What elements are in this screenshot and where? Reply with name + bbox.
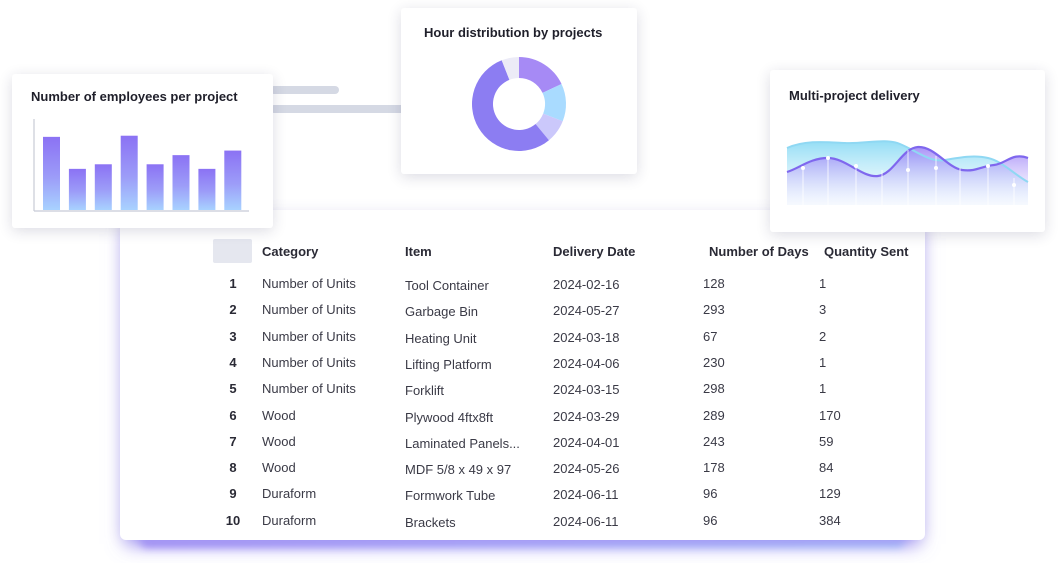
cell-category: Number of Units [262, 381, 356, 397]
header-item[interactable]: Item [405, 244, 432, 259]
cell-days: 178 [703, 460, 725, 476]
cell-days: 298 [703, 381, 725, 397]
cell-item: Heating Unit [405, 330, 477, 346]
cell-date: 2024-05-26 [553, 461, 620, 477]
cell-category: Wood [262, 407, 296, 423]
hours-chart-card: Hour distribution by projects [401, 8, 637, 174]
cell-num: 2 [229, 302, 237, 318]
table-row[interactable]: 6 Wood Plywood 4ftx8ft 2024-03-29 289 170 [0, 408, 1058, 434]
table-row[interactable]: 2 Number of Units Garbage Bin 2024-05-27 293… [0, 302, 1058, 328]
cell-date: 2024-06-11 [553, 513, 619, 529]
employees-bar [224, 150, 242, 210]
table-row[interactable]: 7 Wood Laminated Panels... 2024-04-01 243 59 [0, 434, 1058, 460]
cell-days: 96 [703, 512, 718, 528]
cell-days: 128 [703, 276, 725, 291]
cell-qty: 1 [819, 381, 827, 397]
cell-qty: 1 [819, 354, 827, 370]
table-row[interactable]: 8 Wood MDF 5/8 x 49 x 97 2024-05-26 178 84 [0, 460, 1058, 486]
cell-days: 289 [703, 407, 725, 423]
cell-date: 2024-02-16 [553, 277, 620, 292]
delivery-chart-card: Multi-project delivery [770, 70, 1045, 232]
cell-num: 1 [229, 276, 237, 291]
cell-item: Lifting Platform [405, 356, 492, 372]
cell-category: Wood [262, 460, 296, 476]
table-row[interactable]: 9 Duraform Formwork Tube 2024-06-11 96 129 [0, 486, 1058, 512]
cell-date: 2024-05-27 [553, 303, 620, 319]
employees-bar [172, 155, 190, 210]
employees-bar [146, 164, 164, 210]
cell-qty: 129 [819, 486, 841, 502]
cell-days: 243 [703, 433, 725, 449]
cell-category: Number of Units [262, 354, 356, 370]
employees-bar [94, 164, 112, 210]
cell-qty: 3 [819, 302, 827, 318]
table-row[interactable]: 3 Number of Units Heating Unit 2024-03-18 67… [0, 329, 1058, 355]
cell-num: 7 [229, 433, 237, 449]
cell-category: Number of Units [262, 328, 356, 344]
cell-item: Brackets [405, 514, 456, 530]
cell-qty: 1 [819, 276, 827, 291]
employees-bar [43, 136, 60, 210]
header-quantity-sent[interactable]: Quantity Sent [824, 244, 909, 259]
employees-bar [120, 135, 138, 210]
employees-bar-chart [33, 119, 249, 212]
header-category[interactable]: Category [262, 244, 318, 259]
cell-qty: 59 [819, 433, 834, 449]
cell-item: Laminated Panels... [405, 435, 520, 451]
cell-num: 6 [229, 407, 237, 423]
cell-num: 5 [229, 381, 237, 397]
cell-days: 293 [703, 302, 725, 318]
cell-days: 230 [703, 354, 725, 370]
cell-num: 8 [229, 460, 237, 476]
cell-category: Duraform [262, 512, 317, 528]
table-row[interactable]: 10 Duraform Brackets 2024-06-11 96 384 [0, 513, 1058, 539]
cell-qty: 384 [819, 512, 841, 528]
header-delivery-date[interactable]: Delivery Date [553, 244, 635, 259]
cell-days: 96 [703, 486, 718, 502]
cell-days: 67 [703, 328, 718, 344]
cell-date: 2024-03-15 [553, 382, 620, 398]
cell-date: 2024-03-18 [553, 329, 620, 345]
employees-chart-card: Number of employees per project [12, 74, 273, 228]
table-row[interactable]: 5 Number of Units Forklift 2024-03-15 298 1 [0, 381, 1058, 407]
cell-item: Garbage Bin [405, 304, 478, 320]
cell-category: Number of Units [262, 276, 356, 291]
hours-donut-chart [471, 57, 566, 152]
cell-num: 3 [229, 328, 237, 344]
table-corner-cell [213, 239, 252, 263]
connector-line-bottom [270, 105, 405, 113]
cell-num: 10 [225, 512, 241, 528]
cell-item: Formwork Tube [405, 488, 496, 504]
cell-item: Tool Container [405, 278, 489, 293]
cell-qty: 170 [819, 407, 841, 423]
table-row[interactable]: 1 Number of Units Tool Container 2024-02-16… [0, 276, 1058, 302]
header-number-of-days[interactable]: Number of Days [709, 244, 809, 259]
cell-qty: 2 [819, 328, 827, 344]
cell-category: Duraform [262, 486, 317, 502]
cell-item: Forklift [405, 383, 444, 399]
cell-date: 2024-04-01 [553, 434, 620, 450]
delivery-area-chart [786, 140, 1029, 205]
cell-category: Wood [262, 433, 296, 449]
cell-category: Number of Units [262, 302, 356, 318]
cell-num: 4 [229, 354, 237, 370]
cell-qty: 84 [819, 460, 834, 476]
cell-num: 9 [229, 486, 237, 502]
cell-date: 2024-03-29 [553, 408, 620, 424]
cell-date: 2024-04-06 [553, 355, 620, 371]
employees-bar [68, 168, 86, 210]
cell-date: 2024-06-11 [553, 487, 619, 503]
cell-item: Plywood 4ftx8ft [405, 409, 494, 425]
employees-bar [198, 168, 216, 210]
cell-item: MDF 5/8 x 49 x 97 [405, 462, 512, 478]
table-row[interactable]: 4 Number of Units Lifting Platform 2024-04-… [0, 355, 1058, 381]
connector-line-top [270, 86, 339, 94]
